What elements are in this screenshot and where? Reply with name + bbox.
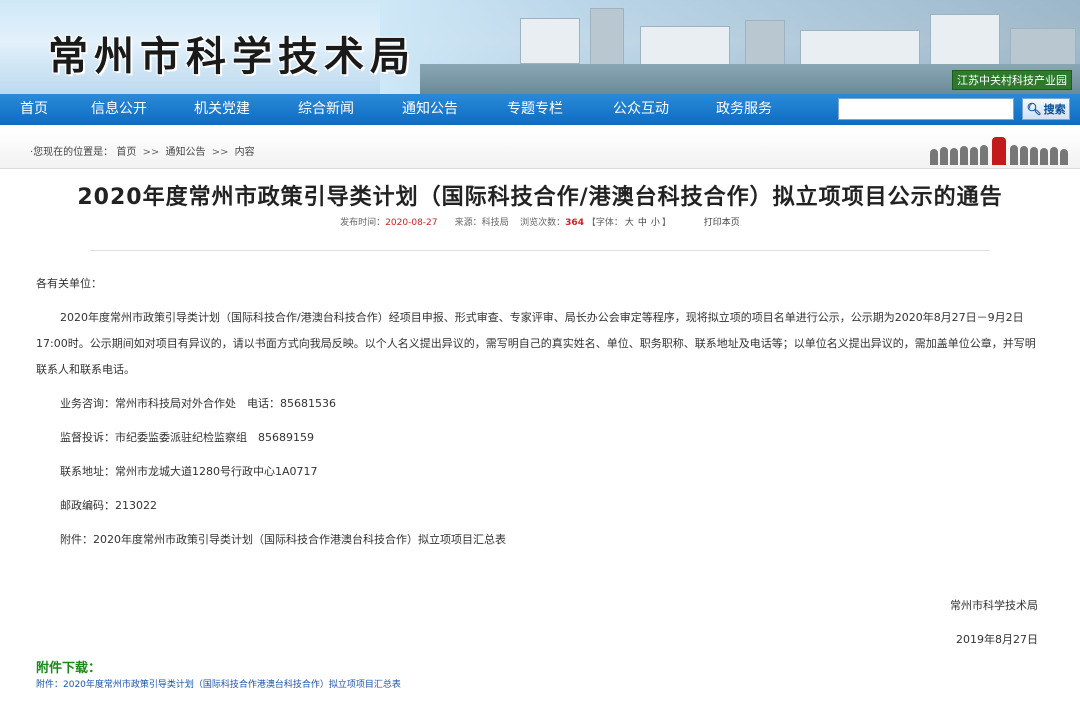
contact-postcode: 邮政编码：213022: [60, 499, 157, 512]
banner-building: [800, 30, 920, 68]
attachment-note: 附件：2020年度常州市政策引导类计划（国际科技合作港澳台科技合作）拟立项项目汇…: [60, 533, 506, 546]
nav-item-notices[interactable]: 通知公告: [378, 94, 482, 125]
banner-building: [640, 26, 730, 66]
site-banner: 常州市科学技术局 江苏中关村科技产业园: [0, 0, 1080, 94]
greeting: 各有关单位：: [36, 277, 102, 290]
font-size-end: 】: [661, 218, 671, 228]
source-value: 科技局: [481, 218, 509, 228]
signature: 常州市科学技术局: [950, 599, 1038, 612]
banner-building: [520, 18, 580, 64]
article-title: 2020年度常州市政策引导类计划（国际科技合作/港澳台科技合作）拟立项项目公示的…: [77, 185, 1003, 210]
search-button-label: 搜索: [1043, 103, 1066, 116]
title-divider: [90, 250, 990, 251]
hits-label: 浏览次数：: [520, 218, 566, 228]
source-label: 来源：: [454, 218, 482, 228]
nav-item-interaction[interactable]: 公众互动: [588, 94, 694, 125]
site-title: 常州市科学技术局: [48, 33, 416, 80]
nav-item-topics[interactable]: 专题专栏: [482, 94, 588, 125]
search-area: 🔍︎ 搜索: [838, 98, 1070, 120]
search-input[interactable]: [838, 98, 1014, 120]
hits-count: 364: [565, 218, 584, 228]
downloads-section: 附件下载： 附件：2020年度常州市政策引导类计划（国际科技合作港澳台科技合作）…: [0, 657, 1080, 690]
banner-building: [930, 14, 1000, 70]
nav-item-news[interactable]: 综合新闻: [274, 94, 378, 125]
main-nav: 首页 信息公开 机关党建 综合新闻 通知公告 专题专栏 公众互动 政务服务 🔍︎…: [0, 94, 1080, 125]
date-label: 发布时间：: [340, 218, 386, 228]
banner-tag: 江苏中关村科技产业园: [952, 70, 1072, 90]
contact-address: 联系地址：常州市龙城大道1280号行政中心1A0717: [60, 465, 318, 478]
contact-business: 业务咨询：常州市科技局对外合作处 电话：85681536: [60, 397, 336, 410]
nav-item-party[interactable]: 机关党建: [170, 94, 274, 125]
breadcrumb: ·您现在的位置是： 首页 >> 通知公告 >> 内容: [30, 143, 255, 158]
people-illustration: [928, 135, 1070, 165]
breadcrumb-notices[interactable]: 通知公告: [166, 147, 206, 158]
article-meta: 发布时间：2020-08-27 来源：科技局 浏览次数：364 【字体：大中小】…: [0, 215, 1080, 228]
breadcrumb-separator: >>: [211, 147, 229, 158]
breadcrumb-bar: ·您现在的位置是： 首页 >> 通知公告 >> 内容: [0, 129, 1080, 169]
breadcrumb-home[interactable]: 首页: [116, 147, 136, 158]
contact-supervision: 监督投诉：市纪委监委派驻纪检监察组 85689159: [60, 431, 314, 444]
nav-item-home[interactable]: 首页: [0, 94, 68, 125]
main-paragraph: 2020年度常州市政策引导类计划（国际科技合作/港澳台科技合作）经项目申报、形式…: [36, 311, 1036, 376]
font-size-medium[interactable]: 中: [638, 218, 647, 228]
article-body: 各有关单位： 2020年度常州市政策引导类计划（国际科技合作/港澳台科技合作）经…: [0, 271, 1080, 653]
breadcrumb-prefix: ·您现在的位置是：: [30, 147, 114, 158]
font-size-large[interactable]: 大: [625, 218, 634, 228]
breadcrumb-separator: >>: [142, 147, 160, 158]
downloads-title: 附件下载：: [36, 661, 102, 676]
signature-date: 2019年8月27日: [956, 633, 1038, 646]
download-link[interactable]: 附件：2020年度常州市政策引导类计划（国际科技合作港澳台科技合作）拟立项项目汇…: [36, 677, 1044, 690]
font-size-label: 【字体：: [586, 218, 623, 228]
print-link[interactable]: 打印本页: [704, 218, 740, 228]
banner-building: [590, 8, 624, 70]
publish-date: 2020-08-27: [385, 218, 438, 228]
banner-building: [745, 20, 785, 70]
font-size-small[interactable]: 小: [651, 218, 660, 228]
breadcrumb-current: 内容: [234, 147, 255, 158]
nav-item-info[interactable]: 信息公开: [68, 94, 170, 125]
nav-item-services[interactable]: 政务服务: [694, 94, 794, 125]
search-button[interactable]: 🔍︎ 搜索: [1022, 98, 1070, 120]
search-icon: 🔍︎: [1026, 102, 1042, 116]
